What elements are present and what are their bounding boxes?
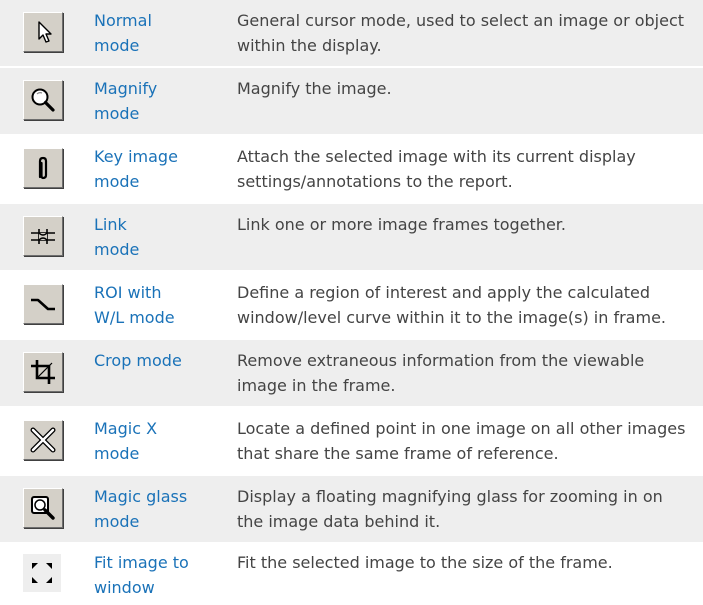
magic-x-icon [30,427,56,453]
mode-description: Locate a defined point in one image on a… [237,419,686,463]
mode-description: Define a region of interest and apply th… [237,283,666,327]
magic-x-mode-button[interactable] [23,420,63,460]
mode-description: Fit the selected image to the size of th… [237,553,613,572]
table-row: Fit image to window Fit the selected imag… [0,544,703,605]
mode-name: Fit image to window [94,553,189,597]
mode-description: Attach the selected image with its curre… [237,147,636,191]
roi-curve-icon [31,298,55,311]
magic-glass-icon [31,496,55,520]
table-row: Key image mode Attach the selected image … [0,136,703,202]
key-image-mode-button[interactable] [23,148,63,188]
mode-name: Key image mode [94,147,178,191]
link-mode-button[interactable] [23,216,63,256]
table-row: Crop mode Remove extraneous information … [0,340,703,406]
mode-name: Magic Xmode [94,419,158,463]
mode-description: Display a floating magnifying glass for … [237,487,663,531]
fit-window-icon [32,563,52,583]
fit-window-mode-button[interactable] [23,554,63,594]
mode-description: Magnify the image. [237,79,392,98]
crop-mode-button[interactable] [23,352,63,392]
mode-name: Magnify mode [94,79,158,123]
link-icon [31,229,55,244]
mode-name: ROI with W/L mode [94,283,175,327]
mode-description: Remove extraneous information from the v… [237,351,645,395]
crop-icon [31,360,55,384]
mode-name: Crop mode [94,351,182,370]
mode-description: General cursor mode, used to select an i… [237,11,685,55]
table-row: Normal mode General cursor mode, used to … [0,0,703,66]
roi-wl-mode-button[interactable] [23,284,63,324]
mode-name: Link mode [94,215,140,259]
table-row: Link mode Link one or more image frames t… [0,204,703,270]
paperclip-icon [38,156,48,180]
mode-description: Link one or more image frames together. [237,215,566,234]
table-row: ROI with W/L mode Define a region of inte… [0,272,703,338]
mode-name: Normal mode [94,11,152,55]
magnifier-icon [31,88,55,112]
table-row: Magic Xmode Locate a defined point in on… [0,408,703,474]
table-row: Magnify mode Magnify the image. [0,68,703,134]
mode-name: Magic glass mode [94,487,188,531]
arrow-cursor-icon [38,21,52,43]
normal-mode-button[interactable] [23,12,63,52]
magic-glass-mode-button[interactable] [23,488,63,528]
table-row: Magic glass mode Display a floating magni… [0,476,703,542]
magnify-mode-button[interactable] [23,80,63,120]
